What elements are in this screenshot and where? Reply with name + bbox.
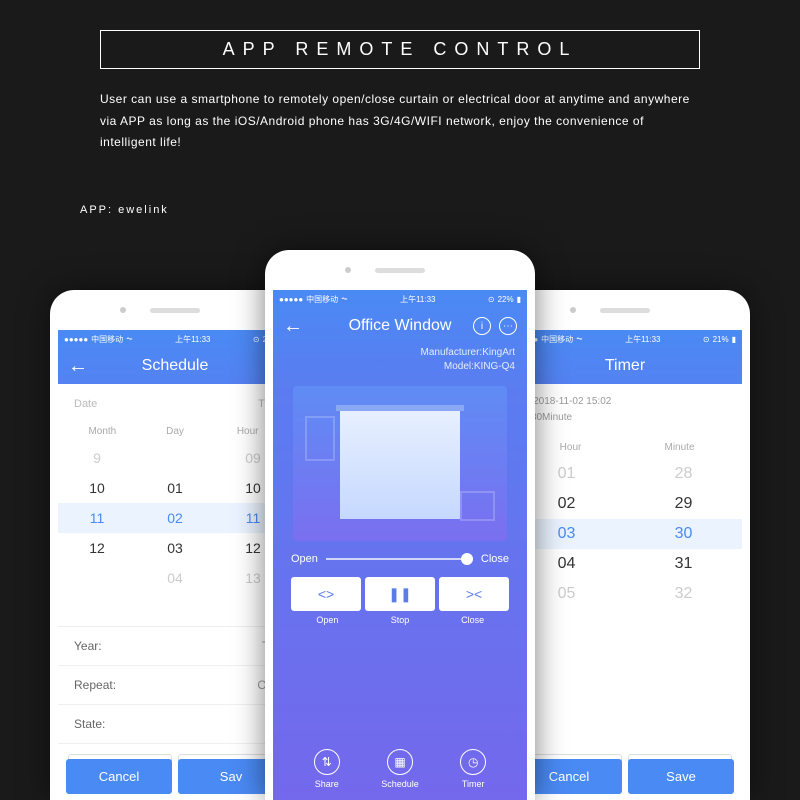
back-icon[interactable]: ← [68,355,88,378]
nav-schedule[interactable]: ▦Schedule [381,749,419,789]
timer-duration: ur30Minute [522,410,728,426]
nav-timer[interactable]: ◷Timer [460,749,486,789]
model-label: Model:KING-Q4 [285,360,515,374]
phone-schedule: ●●●●● 中国移动 ⏦ 上午11:33 ⊙ 22% ▮ ← Schedule … [50,290,300,800]
device-title: Office Window [349,317,452,335]
status-bar: ●●●●● 中国移动 ⏦ 上午11:33 ⊙ 22% ▮ [58,330,292,348]
app-name-label: APP: ewelink [80,204,800,216]
back-icon[interactable]: ← [283,315,303,338]
screen-title: Timer [605,357,645,375]
curtain-slider[interactable] [326,558,473,560]
cancel-button[interactable]: Cancel [66,759,172,794]
close-button[interactable]: >< [439,577,509,611]
nav-share[interactable]: ⇅Share [314,749,340,789]
share-icon: ⇅ [314,749,340,775]
curtain-illustration [293,386,507,541]
info-icon[interactable]: i [473,317,491,335]
slider-open-label: Open [291,553,318,565]
stop-button[interactable]: ❚❚ [365,577,435,611]
save-button[interactable]: Save [628,759,734,794]
state-row: State: [58,705,292,744]
phone-timer: ●●●●● 中国移动 ⏦ 上午11:33 ⊙ 21% ▮ Timer at:20… [500,290,750,800]
calendar-icon: ▦ [387,749,413,775]
description-text: User can use a smartphone to remotely op… [100,89,700,154]
more-icon[interactable]: ⋯ [499,317,517,335]
time-picker[interactable]: 0128 0229 0330 0431 0532 [508,459,742,744]
status-bar: ●●●●● 中国移动 ⏦ 上午11:33 ⊙ 21% ▮ [508,330,742,348]
screen-title: Schedule [142,357,209,375]
page-title: APP REMOTE CONTROL [100,30,700,69]
slider-close-label: Close [481,553,509,565]
date-picker[interactable]: 909 100110 110211 120312 0413 [58,443,292,626]
timer-timestamp: at:2018-11-02 15:02 [522,394,728,410]
status-bar: ●●●●● 中国移动 ⏦ 上午11:33 ⊙ 22% ▮ [273,290,527,308]
repeat-row[interactable]: Repeat:Onl [58,666,292,705]
timer-icon: ◷ [460,749,486,775]
phone-device: ●●●●● 中国移动 ⏦ 上午11:33 ⊙ 22% ▮ ← Office Wi… [265,250,535,800]
manufacturer-label: Manufacturer:KingArt [285,346,515,360]
open-button[interactable]: <> [291,577,361,611]
year-row[interactable]: Year:Th [58,627,292,666]
tab-time[interactable]: Tim [184,398,276,410]
tab-date[interactable]: Date [74,398,184,410]
